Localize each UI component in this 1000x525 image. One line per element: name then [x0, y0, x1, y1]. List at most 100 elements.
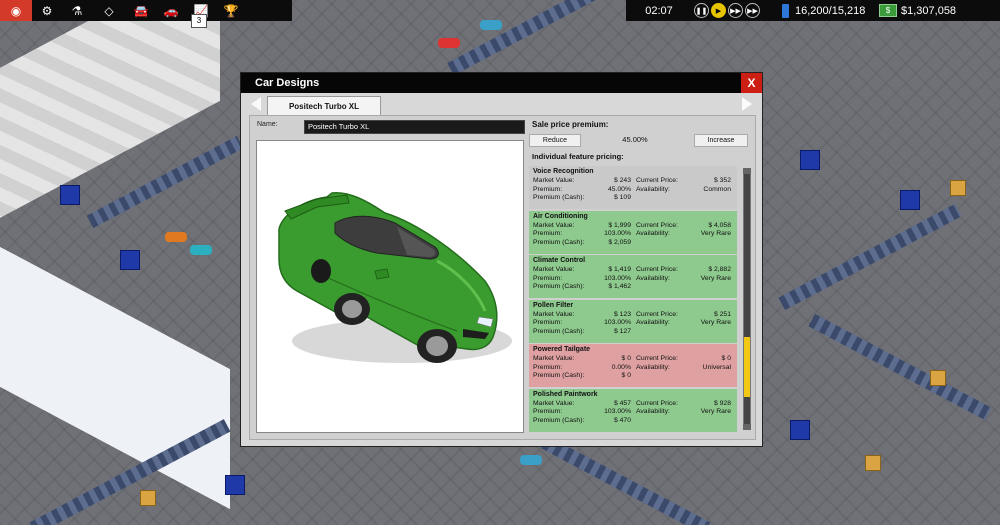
car-image — [278, 192, 512, 363]
premium-cash-label: Premium (Cash): — [533, 327, 585, 335]
feature-card: Voice Recognition Market Value: $ 243 Premi… — [529, 166, 737, 209]
premium-value: 103.00% — [604, 230, 631, 238]
premium-cash-label: Premium (Cash): — [533, 194, 585, 202]
car-designs-dialog: Car Designs X Positech Turbo XL Name: Po… — [240, 72, 763, 447]
current-price-value: $ 2,882 — [708, 266, 731, 273]
notification-badge: 3 — [191, 14, 207, 28]
premium-label: Premium: — [533, 230, 563, 238]
feature-name: Pollen Filter — [533, 301, 574, 309]
current-price-label: Current Price: — [636, 310, 678, 318]
availability-label: Availability: — [636, 274, 670, 282]
car-design-icon[interactable]: 🚗 — [156, 0, 186, 21]
tab-design[interactable]: Positech Turbo XL — [267, 96, 381, 116]
market-value: $ 243 — [613, 177, 631, 184]
current-price-label: Current Price: — [636, 355, 678, 362]
market-value: $ 1,419 — [608, 266, 631, 273]
availability-label: Availability: — [636, 363, 670, 371]
white-floor-area — [0, 230, 230, 510]
scroll-up-arrow-icon[interactable] — [743, 168, 751, 174]
feature-name: Voice Recognition — [533, 168, 594, 175]
market-value-label: Market Value: — [533, 177, 575, 184]
market-value: $ 1,999 — [608, 221, 631, 229]
increase-button[interactable]: Increase — [694, 134, 748, 147]
availability-label: Availability: — [636, 185, 670, 193]
research-icon[interactable]: ⚗ — [62, 0, 92, 21]
close-button[interactable]: X — [741, 73, 762, 93]
dialog-title: Car Designs X — [241, 73, 762, 93]
machine — [225, 475, 245, 495]
premium-value: 103.00% — [604, 319, 631, 327]
premium-cash-value: $ 2,059 — [608, 238, 631, 246]
availability-value: Common — [703, 185, 731, 193]
premium-value: 103.00% — [604, 408, 631, 416]
floor-icon[interactable]: ◇ — [92, 0, 126, 21]
premium-cash-value: $ 127 — [613, 327, 631, 335]
parts-crate — [140, 490, 156, 506]
availability-label: Availability: — [636, 408, 670, 416]
parts-crate — [865, 455, 881, 471]
faster-forward-icon[interactable]: ▶▶ — [745, 3, 760, 18]
scroll-down-arrow-icon[interactable] — [743, 424, 751, 430]
design-panel: Name: Positech Turbo XL Sale price premi… — [249, 115, 756, 440]
market-value-label: Market Value: — [533, 266, 575, 273]
current-price-value: $ 251 — [713, 310, 731, 318]
sale-price-label: Sale price premium: — [532, 120, 609, 129]
market-value: $ 457 — [613, 399, 631, 407]
market-value: $ 123 — [613, 310, 631, 318]
logo-icon[interactable]: ◉ — [0, 0, 32, 21]
premium-label: Premium: — [533, 363, 563, 371]
cash-icon: $ — [879, 4, 897, 17]
conveyor-belt — [808, 313, 992, 421]
car-icon[interactable]: 🚘 — [126, 0, 156, 21]
feature-name: Air Conditioning — [533, 212, 588, 220]
market-value-label: Market Value: — [533, 310, 575, 318]
current-price-label: Current Price: — [636, 266, 678, 273]
feature-name: Polished Paintwork — [533, 390, 598, 398]
dialog-title-text: Car Designs — [255, 77, 320, 89]
scroll-thumb[interactable] — [744, 337, 750, 397]
conveyor-belt — [778, 203, 962, 311]
parts-crate — [950, 180, 966, 196]
next-design-arrow-icon[interactable] — [742, 97, 752, 111]
availability-label: Availability: — [636, 319, 670, 327]
design-name-input[interactable]: Positech Turbo XL — [304, 120, 525, 134]
reduce-button[interactable]: Reduce — [529, 134, 581, 147]
feature-name: Climate Control — [533, 257, 586, 264]
trophy-icon[interactable]: 🏆 — [216, 0, 246, 21]
power-readout: 16,200/15,218 — [795, 4, 866, 17]
gear-icon[interactable]: ⚙ — [32, 0, 62, 21]
market-value-label: Market Value: — [533, 221, 575, 229]
premium-label: Premium: — [533, 274, 563, 282]
premium-value: 103.00% — [604, 274, 631, 282]
car-on-line — [190, 245, 212, 255]
feature-list-scrollbar[interactable] — [743, 168, 751, 430]
premium-value: 45.00% — [607, 185, 631, 193]
car-preview — [256, 140, 524, 433]
premium-cash-label: Premium (Cash): — [533, 283, 585, 291]
parts-crate — [930, 370, 946, 386]
feature-card: Air Conditioning Market Value: $ 1,999 Prem… — [529, 210, 737, 254]
current-price-label: Current Price: — [636, 221, 678, 229]
premium-cash-value: $ 109 — [613, 194, 631, 202]
name-label: Name: — [257, 121, 278, 128]
feature-card: Polished Paintwork Market Value: $ 457 Prem… — [529, 388, 737, 432]
design-tabs: Positech Turbo XL — [241, 93, 762, 116]
machine — [120, 250, 140, 270]
current-price-value: $ 0 — [721, 355, 731, 362]
current-price-value: $ 928 — [713, 399, 731, 407]
machine — [800, 150, 820, 170]
availability-value: Very Rare — [700, 319, 731, 327]
pause-icon[interactable]: ❚❚ — [694, 3, 709, 18]
speed-controls: ❚❚ ▶ ▶▶ ▶▶ — [694, 3, 760, 18]
premium-label: Premium: — [533, 408, 563, 416]
feature-pricing-label: Individual feature pricing: — [532, 152, 624, 161]
machine — [900, 190, 920, 210]
premium-cash-label: Premium (Cash): — [533, 372, 585, 380]
previous-design-arrow-icon[interactable] — [251, 97, 261, 111]
play-icon[interactable]: ▶ — [711, 3, 726, 18]
premium-cash-label: Premium (Cash): — [533, 416, 585, 424]
availability-value: Universal — [702, 363, 731, 371]
fast-forward-icon[interactable]: ▶▶ — [728, 3, 743, 18]
current-price-value: $ 4,058 — [708, 221, 731, 229]
feature-card: Climate Control Market Value: $ 1,419 Premi… — [529, 255, 737, 298]
